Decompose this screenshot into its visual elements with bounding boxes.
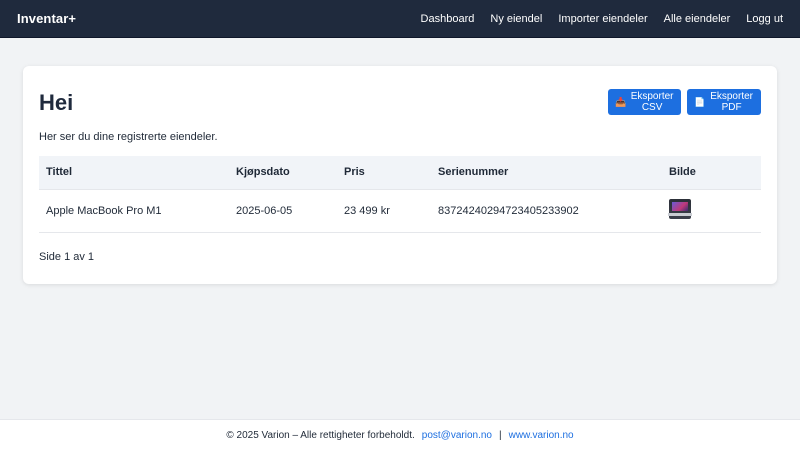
column-header-price: Pris	[337, 156, 431, 190]
laptop-thumbnail-icon[interactable]	[668, 199, 692, 219]
column-header-image: Bilde	[662, 156, 761, 190]
column-header-title: Tittel	[39, 156, 229, 190]
cell-price: 23 499 kr	[337, 189, 431, 233]
nav-link-new-asset[interactable]: Ny eiendel	[490, 13, 542, 25]
export-pdf-label: Eksporter PDF	[710, 91, 753, 113]
nav-link-logout[interactable]: Logg ut	[746, 13, 783, 25]
page-subtitle: Her ser du dine registrerte eiendeler.	[39, 131, 218, 143]
document-icon: 📄	[694, 96, 706, 107]
nav-link-import-assets[interactable]: Importer eiendeler	[558, 13, 647, 25]
cell-date: 2025-06-05	[229, 189, 337, 233]
footer-website-link[interactable]: www.varion.no	[509, 430, 574, 441]
tray-icon: 📥	[615, 96, 627, 107]
assets-table: Tittel Kjøpsdato Pris Serienummer Bilde …	[39, 156, 761, 233]
table-row[interactable]: Apple MacBook Pro M1 2025-06-05 23 499 k…	[39, 189, 761, 233]
footer-email-link[interactable]: post@varion.no	[422, 430, 492, 441]
export-csv-label: Eksporter CSV	[630, 91, 674, 113]
cell-serial: 83724240294723405233902	[431, 189, 662, 233]
column-header-date: Kjøpsdato	[229, 156, 337, 190]
assets-card: Hei 📥 Eksporter CSV 📄 Eksporter PDF Her …	[23, 66, 777, 284]
page-title: Hei	[39, 90, 74, 115]
page-footer: © 2025 Varion – Alle rettigheter forbeho…	[0, 419, 800, 450]
table-header-row: Tittel Kjøpsdato Pris Serienummer Bilde	[39, 156, 761, 190]
footer-copyright: © 2025 Varion – Alle rettigheter forbeho…	[226, 429, 415, 441]
brand-logo[interactable]: Inventar+	[17, 11, 76, 26]
footer-separator: |	[498, 429, 502, 441]
export-csv-button[interactable]: 📥 Eksporter CSV	[608, 89, 681, 115]
cell-image	[662, 189, 761, 233]
nav-link-dashboard[interactable]: Dashboard	[421, 13, 475, 25]
export-pdf-button[interactable]: 📄 Eksporter PDF	[687, 89, 761, 115]
cell-title: Apple MacBook Pro M1	[39, 189, 229, 233]
nav-links: Dashboard Ny eiendel Importer eiendeler …	[421, 13, 783, 25]
column-header-serial: Serienummer	[431, 156, 662, 190]
top-navbar: Inventar+ Dashboard Ny eiendel Importer …	[0, 0, 800, 38]
pagination-text: Side 1 av 1	[39, 251, 95, 263]
nav-link-all-assets[interactable]: Alle eiendeler	[664, 13, 731, 25]
